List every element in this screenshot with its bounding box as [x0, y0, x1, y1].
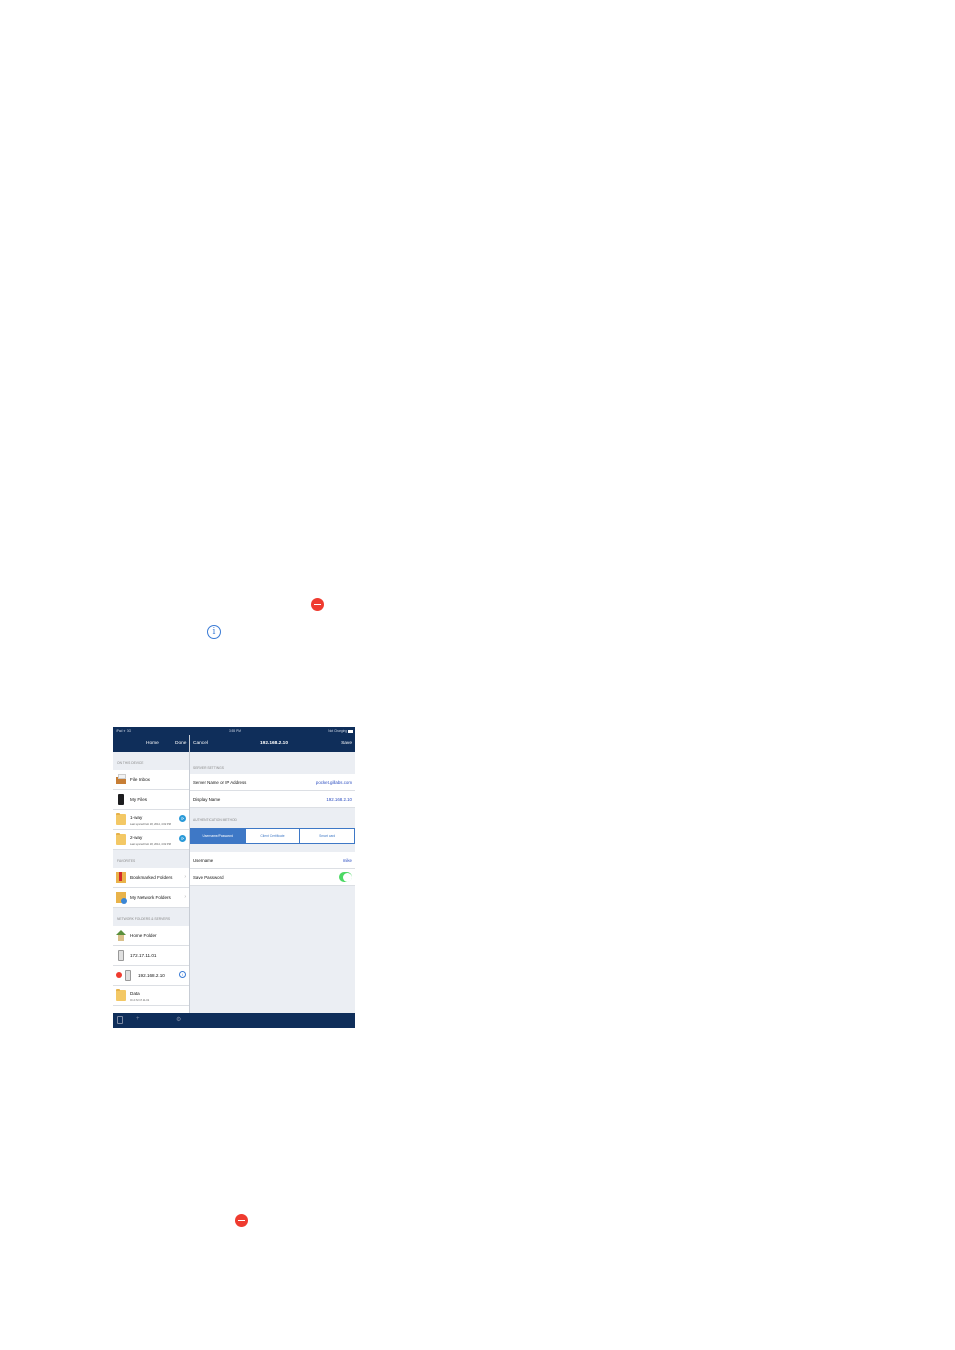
item-label: 2-way	[130, 835, 143, 840]
item-label: 192.168.2.10	[138, 973, 165, 978]
network-folder-icon	[116, 892, 127, 904]
add-icon[interactable]: +	[136, 1016, 140, 1022]
sidebar-item-data[interactable]: Data On 172.17.11.01	[113, 986, 189, 1006]
item-sublabel: On 172.17.11.01	[130, 999, 150, 1002]
inbox-icon	[116, 774, 126, 784]
chevron-right-icon: ›	[184, 874, 186, 880]
chevron-right-icon: ›	[184, 894, 186, 900]
bookmark-icon	[116, 872, 126, 883]
section-server-settings: SERVER SETTINGS	[193, 766, 224, 770]
sidebar-item-home-folder[interactable]: Home Folder	[113, 926, 189, 946]
sidebar-item-bookmarked-folders[interactable]: Bookmarked Folders ›	[113, 868, 189, 888]
save-password-toggle[interactable]	[339, 872, 352, 882]
display-name-row[interactable]: Display Name 192.168.2.10	[190, 791, 355, 808]
save-button[interactable]: Save	[341, 741, 352, 746]
ipad-icon	[118, 794, 124, 805]
sync-folder-icon	[116, 832, 126, 845]
sync-icon[interactable]: ⟳	[179, 815, 186, 822]
save-password-label: Save Password	[193, 875, 224, 880]
server-name-label: Server Name or IP Address	[193, 780, 247, 785]
server-title: 192.168.2.10	[260, 741, 289, 746]
auth-option-username-password[interactable]: Username/Password	[191, 829, 246, 843]
server-name-row[interactable]: Server Name or IP Address pocket.gillabs…	[190, 774, 355, 791]
sidebar-item-my-network-folders[interactable]: My Network Folders ›	[113, 888, 189, 908]
item-label: My Network Folders	[130, 895, 171, 900]
item-label: 1-way	[130, 815, 143, 820]
item-label: Bookmarked Folders	[130, 875, 173, 880]
item-label: My Files	[130, 797, 148, 802]
save-password-row: Save Password	[190, 869, 355, 886]
display-name-label: Display Name	[193, 797, 221, 802]
info-icon: i	[207, 625, 221, 639]
auth-option-smart-card[interactable]: Smart card	[300, 829, 354, 843]
server-icon	[118, 950, 124, 961]
delete-minus-icon[interactable]	[116, 972, 122, 978]
sidebar-item-my-files[interactable]: My Files	[113, 790, 189, 810]
left-nav-bar: Home Done	[113, 735, 189, 752]
sidebar-item-2-way[interactable]: 2-way Last synced Feb 18, 2014, 4:02 PM …	[113, 830, 189, 850]
sidebar-item-server-2[interactable]: 192.168.2.10 i	[113, 966, 189, 986]
server-settings-form: SERVER SETTINGS Server Name or IP Addres…	[190, 752, 355, 1013]
sidebar-item-file-inbox[interactable]: File Inbox	[113, 770, 189, 790]
folder-icon	[116, 988, 126, 1001]
settings-icon[interactable]: ⚙	[176, 1016, 181, 1023]
status-time: 3:55 PM	[229, 729, 241, 733]
files-icon[interactable]	[117, 1016, 123, 1024]
info-icon[interactable]: i	[179, 971, 186, 978]
cancel-button[interactable]: Cancel	[193, 741, 208, 746]
delete-minus-icon	[311, 598, 324, 611]
bottom-toolbar: + ⚙	[113, 1013, 355, 1028]
sidebar-item-server-1[interactable]: 172.17.11.01	[113, 946, 189, 966]
server-icon	[125, 970, 131, 981]
right-nav-bar: Cancel 192.168.2.10 Save	[190, 735, 355, 752]
section-on-this-device: ON THIS DEVICE	[113, 752, 189, 770]
section-network: NETWORK FOLDERS & SERVERS	[113, 908, 189, 926]
ipad-screenshot: iPad ✈ 3G 3:55 PM Not Charging Home Done…	[113, 727, 355, 1028]
status-bar: iPad ✈ 3G 3:55 PM Not Charging	[113, 727, 355, 735]
username-label: Username	[193, 858, 214, 863]
section-favorites: FAVORITES	[113, 850, 189, 868]
sync-icon[interactable]: ⟳	[179, 835, 186, 842]
sidebar: ON THIS DEVICE File Inbox My Files 1-way…	[113, 752, 189, 1014]
delete-minus-icon-bottom	[235, 1214, 248, 1227]
home-title: Home	[146, 741, 159, 746]
status-carrier: iPad ✈ 3G	[116, 729, 132, 733]
server-name-field[interactable]: pocket.gillabs.com	[316, 780, 352, 785]
done-button[interactable]: Done	[175, 741, 186, 746]
display-name-field[interactable]: 192.168.2.10	[326, 797, 352, 802]
username-field[interactable]: mike	[343, 858, 352, 863]
sync-folder-icon	[116, 812, 126, 825]
item-sublabel: Last synced Feb 18, 2014, 4:02 PM	[130, 843, 171, 846]
item-sublabel: Last synced Feb 18, 2014, 4:02 PM	[130, 823, 171, 826]
username-row[interactable]: Username mike	[190, 852, 355, 869]
status-battery-text: Not Charging	[328, 729, 347, 733]
item-label: File Inbox	[130, 777, 150, 782]
sidebar-item-1-way[interactable]: 1-way Last synced Feb 18, 2014, 4:02 PM …	[113, 810, 189, 830]
auth-method-segmented-control: Username/Password Client Certificate Sma…	[190, 828, 355, 844]
item-label: Data	[130, 991, 140, 996]
item-label: Home Folder	[130, 933, 157, 938]
auth-option-client-certificate[interactable]: Client Certificate	[246, 829, 301, 843]
battery-icon	[348, 729, 353, 733]
house-icon	[116, 930, 126, 941]
section-auth-method: AUTHENTICATION METHOD	[193, 818, 237, 822]
item-label: 172.17.11.01	[130, 953, 157, 958]
